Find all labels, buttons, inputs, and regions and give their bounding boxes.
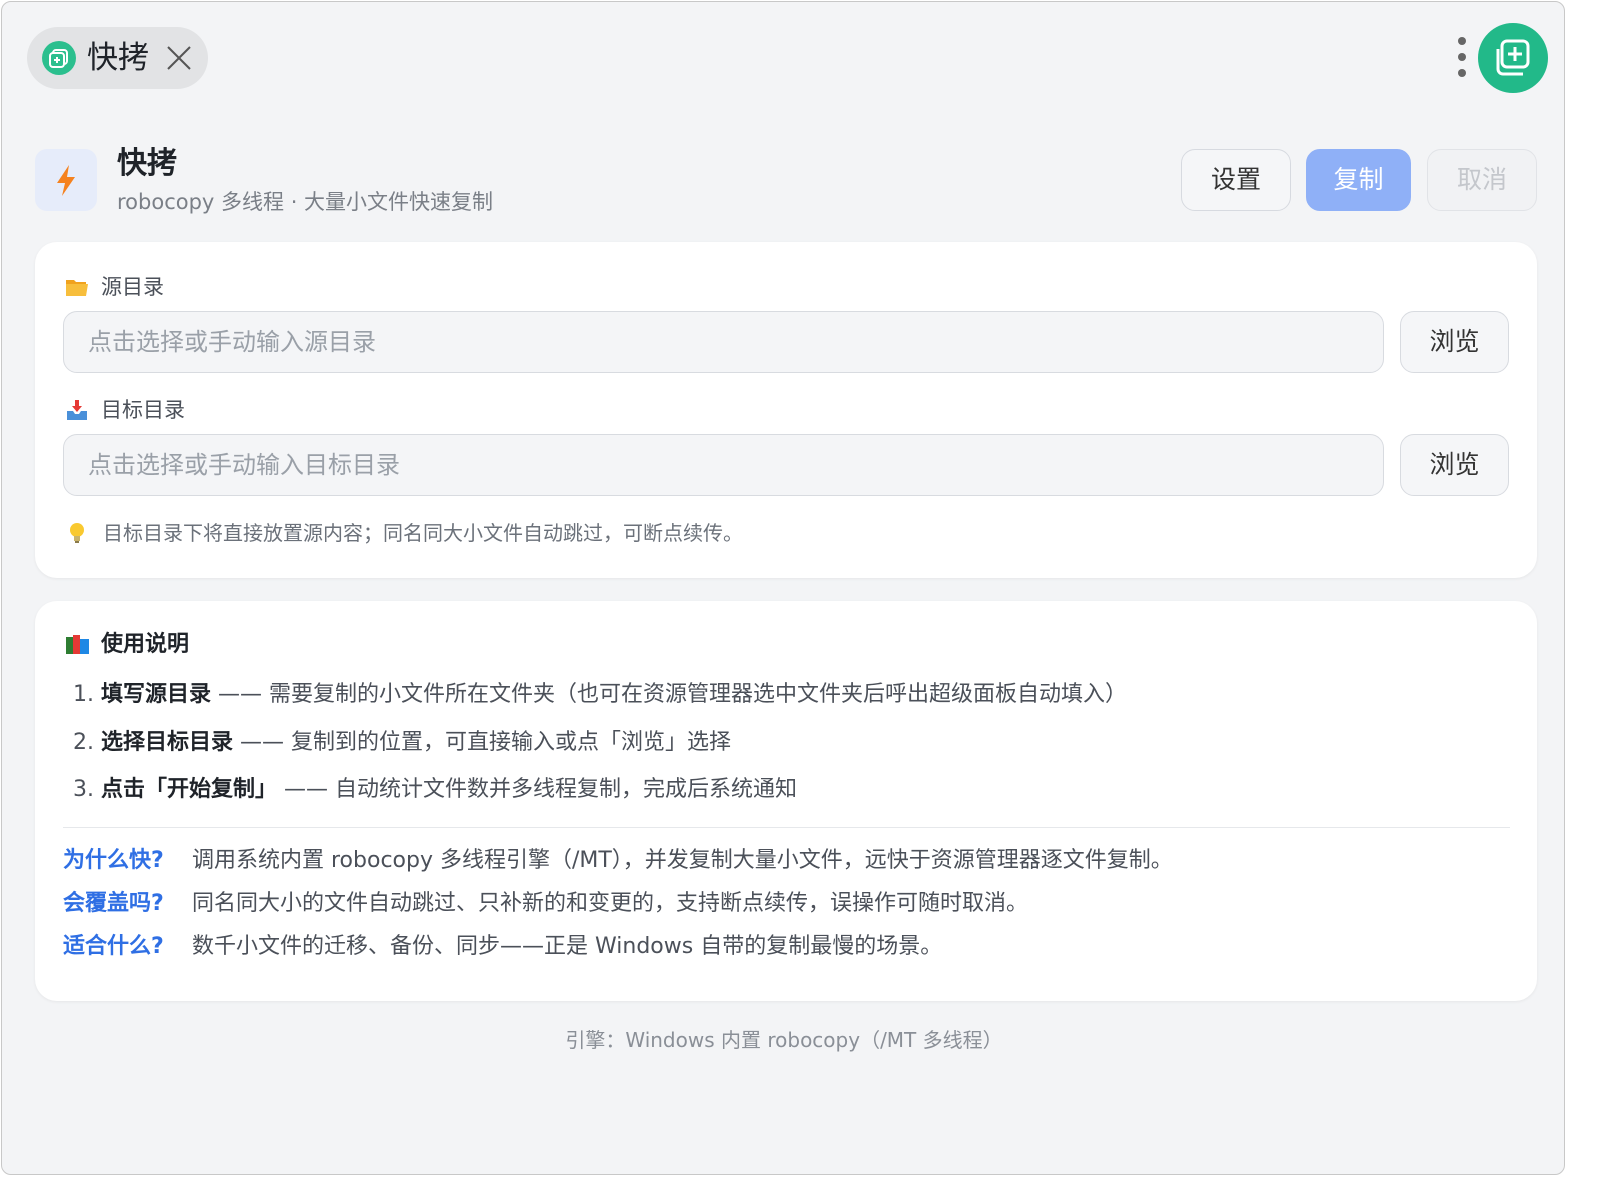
guide-step-1: 1. 填写源目录 —— 需要复制的小文件所在文件夹（也可在资源管理器选中文件夹后… <box>73 682 1128 707</box>
guide-step-3: 3. 点击「开始复制」 —— 自动统计文件数并多线程复制，完成后系统通知 <box>73 777 798 802</box>
copy-plus-icon <box>42 41 76 75</box>
cancel-button[interactable]: 取消 <box>1427 149 1537 211</box>
faq-item: 为什么快? 调用系统内置 robocopy 多线程引擎（/MT），并发复制大量小文… <box>63 848 1173 873</box>
folder-icon <box>66 280 88 296</box>
tab-kuaikao[interactable]: 快拷 <box>27 27 208 89</box>
guide-card: 使用说明 1. 填写源目录 —— 需要复制的小文件所在文件夹（也可在资源管理器选… <box>35 601 1537 1001</box>
kebab-menu-icon[interactable] <box>1452 36 1472 80</box>
lightning-icon <box>57 165 75 196</box>
target-input[interactable]: 点击选择或手动输入目标目录 <box>63 434 1384 496</box>
faq-item: 适合什么? 数千小文件的迁移、备份、同步——正是 Windows 自带的复制最慢的… <box>63 934 943 959</box>
app-window: 快拷 快拷 robocopy 多线程 · 大量小文件快速复制 设置 复制 取消 … <box>1 1 1565 1175</box>
divider <box>63 827 1510 828</box>
new-window-button[interactable] <box>1478 23 1548 93</box>
close-icon[interactable] <box>165 44 193 72</box>
books-icon <box>66 635 89 654</box>
copy-plus-icon <box>1496 39 1530 76</box>
source-input[interactable]: 点击选择或手动输入源目录 <box>63 311 1384 373</box>
page-subtitle: robocopy 多线程 · 大量小文件快速复制 <box>117 190 494 214</box>
copy-button[interactable]: 复制 <box>1306 149 1411 211</box>
engine-footer: 引擎：Windows 内置 robocopy（/MT 多线程） <box>565 1028 1003 1052</box>
source-browse-button[interactable]: 浏览 <box>1400 311 1509 373</box>
page-title: 快拷 <box>117 146 177 181</box>
app-logo <box>35 149 97 211</box>
settings-button[interactable]: 设置 <box>1181 149 1291 211</box>
guide-step-2: 2. 选择目标目录 —— 复制到的位置，可直接输入或点「浏览」选择 <box>73 730 732 755</box>
lightbulb-icon <box>70 523 84 543</box>
inbox-tray-icon <box>67 400 87 420</box>
faq-item: 会覆盖吗? 同名同大小的文件自动跳过、只补新的和变更的，支持断点续传，误操作可随时… <box>63 891 1029 916</box>
tab-title: 快拷 <box>87 40 149 76</box>
target-browse-button[interactable]: 浏览 <box>1400 434 1509 496</box>
directory-card: 源目录 点击选择或手动输入源目录 浏览 目标目录 点击选择或手动输入目标目录 浏… <box>35 242 1537 578</box>
